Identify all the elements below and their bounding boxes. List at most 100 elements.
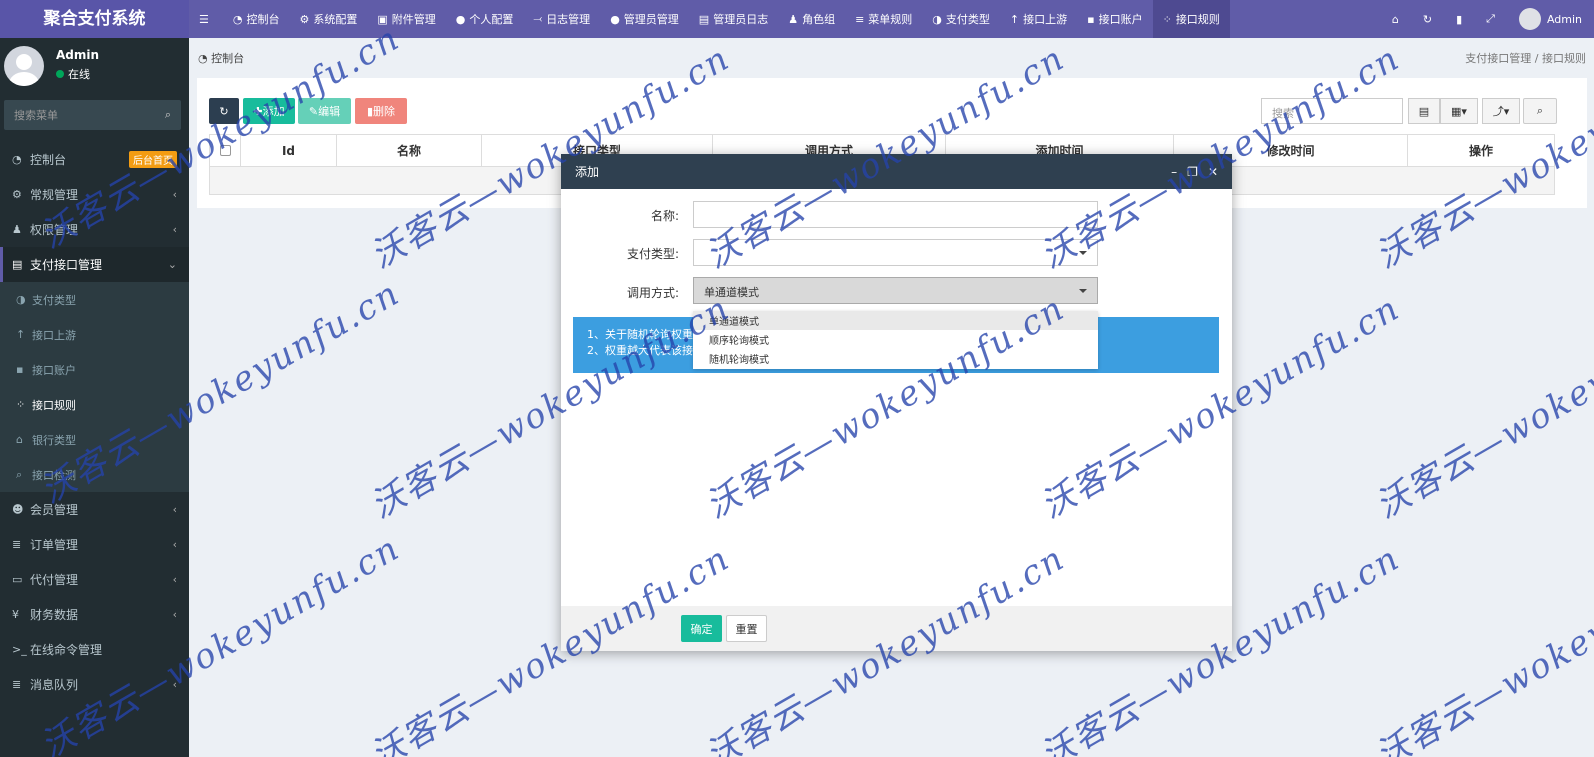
breadcrumb: ◔ 控制台 <box>198 50 244 66</box>
refresh-button[interactable]: ↻ <box>1411 0 1444 38</box>
account-icon: ▪ <box>16 363 24 376</box>
column-header: 操作 <box>1468 144 1493 158</box>
sidebar-sub-upstream[interactable]: ↑ 接口上游 <box>0 317 189 352</box>
reset-button[interactable]: 重置 <box>726 615 767 642</box>
list-icon: ▤ <box>1418 104 1430 118</box>
sidebar-item-label: 接口检测 <box>32 468 76 482</box>
sidebar-item-label: 财务数据 <box>30 608 79 622</box>
export-button[interactable]: ⤴▾ <box>1482 98 1520 124</box>
nav-role-groups[interactable]: ♟ 角色组 <box>778 0 845 38</box>
search-icon: ⌕ <box>164 108 171 121</box>
nav-rules[interactable]: ⁘ 接口规则 <box>1152 0 1230 38</box>
sidebar-item-members[interactable]: ☻ 会员管理 ‹ <box>0 492 189 527</box>
nav-system-config[interactable]: ⚙ 系统配置 <box>289 0 367 38</box>
add-button[interactable]: ✚ 添加 <box>243 98 295 124</box>
dropdown-option[interactable]: 单通道模式 <box>693 311 1098 330</box>
clear-cache-button[interactable]: ▮ <box>1444 0 1474 38</box>
sidebar-sub-check[interactable]: ⌕ 接口检测 <box>0 457 189 492</box>
group-icon: ♟ <box>788 12 799 26</box>
nav-accounts[interactable]: ▪ 接口账户 <box>1077 0 1152 38</box>
menu-toggle-button[interactable]: ☰ <box>189 0 223 38</box>
search-icon: ⌕ <box>16 467 23 481</box>
globe-icon: ◑ <box>16 293 26 306</box>
nav-logs[interactable]: ⤙ 日志管理 <box>523 0 600 38</box>
toggle-view-button[interactable]: ▤ <box>1408 98 1440 124</box>
nav-profile[interactable]: ● 个人配置 <box>446 0 524 38</box>
columns-button[interactable]: ▦▾ <box>1440 98 1478 124</box>
sidebar-sub-bank-types[interactable]: ⌂ 银行类型 <box>0 422 189 457</box>
column-header[interactable]: 名称 <box>337 135 482 166</box>
home-button[interactable]: ⌂ <box>1380 0 1411 38</box>
sidebar-item-label: 支付接口管理 <box>30 258 103 272</box>
search-placeholder: 搜索菜单 <box>14 109 58 122</box>
sidebar-item-orders[interactable]: ≣ 订单管理 ‹ <box>0 527 189 562</box>
delete-button[interactable]: ▮ 删除 <box>355 98 407 124</box>
refresh-table-button[interactable]: ↻ <box>209 98 239 124</box>
pay-type-select[interactable] <box>693 239 1098 266</box>
sidebar-item-label: 接口规则 <box>32 398 76 412</box>
pay-type-label: 支付类型: <box>626 247 679 261</box>
home-badge: 后台首页 <box>129 151 177 168</box>
arrow-up-icon: ↑ <box>1009 12 1020 26</box>
nav-pay-types[interactable]: ◑ 支付类型 <box>922 0 1000 38</box>
sidebar-item-finance[interactable]: ¥ 财务数据 ‹ <box>0 597 189 632</box>
nav-dashboard[interactable]: ◔ 控制台 <box>223 0 290 38</box>
select-all-checkbox[interactable] <box>210 135 241 166</box>
sidebar-item-label: 订单管理 <box>30 538 79 552</box>
refresh-icon: ↻ <box>219 104 229 118</box>
columns-icon: ▦▾ <box>1451 104 1467 118</box>
user-name: Admin <box>1546 12 1582 26</box>
call-mode-select[interactable]: 单通道模式 <box>693 277 1098 304</box>
nav-label: 日志管理 <box>546 13 591 26</box>
sidebar-item-queue[interactable]: ≣ 消息队列 ‹ <box>0 667 189 702</box>
sidebar-item-label: 控制台 <box>30 153 67 167</box>
close-icon[interactable]: ✕ <box>1208 165 1218 179</box>
breadcrumb-parent[interactable]: 支付接口管理 <box>1465 52 1531 65</box>
table-search-input[interactable]: 搜索 <box>1261 98 1403 124</box>
sidebar-item-dashboard[interactable]: ◔ 控制台 后台首页 <box>0 142 189 177</box>
minimize-icon[interactable]: – <box>1171 165 1177 179</box>
fullscreen-button[interactable]: ⤢ <box>1474 0 1507 38</box>
dropdown-option[interactable]: 顺序轮询模式 <box>693 330 1098 349</box>
top-navbar: ☰ ◔ 控制台 ⚙ 系统配置 ▣ 附件管理 ● 个人配置 ⤙ 日志管理 ● 管理员管理 ▤ 管… <box>189 0 1594 38</box>
nav-label: 角色组 <box>802 13 836 26</box>
plus-icon: ✚ <box>253 104 263 118</box>
sidebar-item-commands[interactable]: >_ 在线命令管理 <box>0 632 189 667</box>
nav-attachments[interactable]: ▣ 附件管理 <box>367 0 445 38</box>
nav-label: 个人配置 <box>469 13 514 26</box>
sidebar-item-label: 支付类型 <box>32 293 76 307</box>
maximize-icon[interactable]: ❐ <box>1187 165 1198 179</box>
chevron-left-icon: ‹ <box>172 188 177 201</box>
name-field[interactable] <box>693 201 1098 228</box>
sidebar-item-payouts[interactable]: ▭ 代付管理 ‹ <box>0 562 189 597</box>
common-search-button[interactable]: ⌕ <box>1523 98 1557 124</box>
cogs-icon: ⚙ <box>12 188 22 201</box>
sidebar-item-general[interactable]: ⚙ 常规管理 ‹ <box>0 177 189 212</box>
nav-upstream[interactable]: ↑ 接口上游 <box>1000 0 1077 38</box>
sidebar-sub-accounts[interactable]: ▪ 接口账户 <box>0 352 189 387</box>
user-icon: ● <box>610 12 620 26</box>
edit-button[interactable]: ✎ 编辑 <box>298 98 351 124</box>
breadcrumb-dashboard[interactable]: 控制台 <box>211 52 244 65</box>
user-panel: Admin 在线 <box>0 38 189 92</box>
edit-label: 编辑 <box>318 105 341 118</box>
sidebar-sub-pay-types[interactable]: ◑ 支付类型 <box>0 282 189 317</box>
trash-icon: ▮ <box>1456 12 1463 26</box>
sidebar-sub-rules[interactable]: ⁘ 接口规则 <box>0 387 189 422</box>
nav-admin-logs[interactable]: ▤ 管理员日志 <box>689 0 778 38</box>
user-menu[interactable]: Admin <box>1507 0 1594 38</box>
sidebar-item-pay-interface[interactable]: ▤ 支付接口管理 ⌄ <box>0 247 189 282</box>
column-header[interactable]: Id <box>241 135 337 166</box>
sidebar-item-permissions[interactable]: ♟ 权限管理 ‹ <box>0 212 189 247</box>
nav-admins[interactable]: ● 管理员管理 <box>600 0 689 38</box>
dashboard-icon: ◔ <box>12 153 22 166</box>
confirm-button[interactable]: 确定 <box>681 615 722 642</box>
chevron-left-icon: ‹ <box>172 538 177 551</box>
sidebar-search-input[interactable]: 搜索菜单 ⌕ <box>4 100 181 130</box>
dropdown-option[interactable]: 随机轮询模式 <box>693 349 1098 368</box>
nav-menu-rules[interactable]: ≡ 菜单规则 <box>845 0 922 38</box>
app-logo: 聚合支付系统 <box>0 0 189 38</box>
call-mode-label: 调用方式: <box>626 286 679 300</box>
group-icon: ♟ <box>12 223 22 236</box>
avatar <box>4 46 44 86</box>
